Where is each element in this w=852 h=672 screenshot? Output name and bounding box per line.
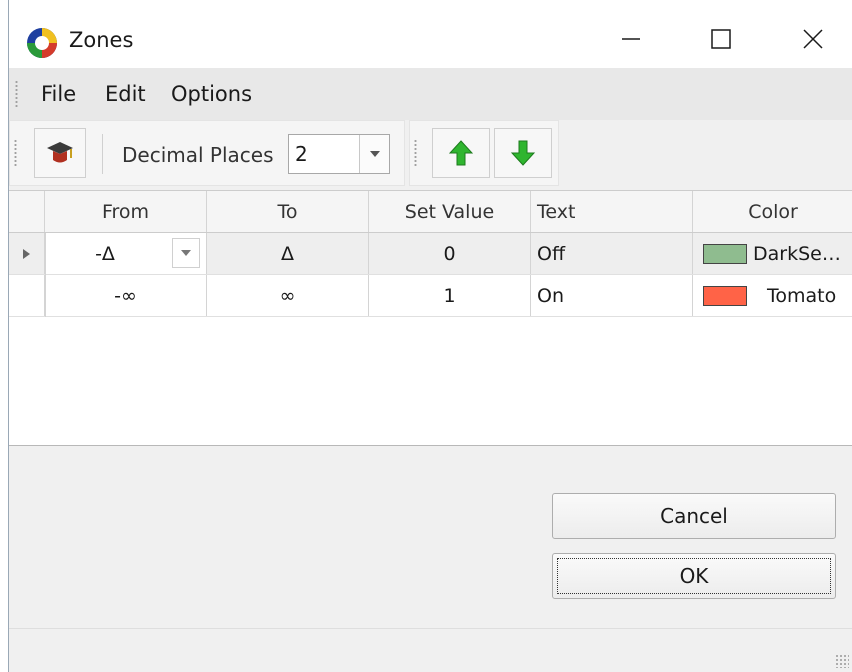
table-row[interactable]: -Δ Δ 0 Off DarkSe… <box>9 233 852 275</box>
cell-dropdown-button[interactable] <box>172 238 200 268</box>
cell-from[interactable]: -∞ <box>45 275 207 316</box>
app-icon <box>25 26 59 60</box>
menu-file[interactable]: File <box>41 82 76 106</box>
close-button[interactable] <box>781 14 845 64</box>
toolbar-area: Decimal Places 2 <box>9 120 852 188</box>
grid-header: From To Set Value Text Color <box>9 191 852 233</box>
menu-bar: File Edit Options <box>9 68 852 120</box>
title-bar: Zones <box>9 0 852 68</box>
zones-grid: From To Set Value Text Color -Δ Δ 0 Off … <box>9 190 852 446</box>
move-down-button[interactable] <box>494 128 552 178</box>
cell-to[interactable]: ∞ <box>207 275 369 316</box>
cell-color[interactable]: Tomato <box>693 275 852 316</box>
toolbar-grip-2[interactable] <box>414 139 417 167</box>
window-title: Zones <box>69 28 134 52</box>
cell-to[interactable]: Δ <box>207 233 369 274</box>
row-indicator[interactable] <box>9 275 45 316</box>
cell-set-value[interactable]: 0 <box>369 233 531 274</box>
row-indicator-header <box>9 191 45 232</box>
focus-rectangle <box>557 558 831 594</box>
cell-from[interactable]: -Δ <box>45 233 207 274</box>
column-header-from[interactable]: From <box>45 191 207 232</box>
graduation-icon <box>47 142 73 163</box>
menu-options[interactable]: Options <box>171 82 252 106</box>
ok-button[interactable]: OK <box>552 553 836 599</box>
color-swatch <box>703 285 747 306</box>
color-swatch <box>703 243 747 264</box>
close-icon <box>803 29 823 49</box>
minimize-icon <box>622 38 640 40</box>
button-panel: Cancel OK <box>9 446 852 628</box>
menubar-grip[interactable] <box>15 80 18 108</box>
resize-grip[interactable] <box>835 654 849 668</box>
chevron-down-icon <box>369 151 380 157</box>
cell-color[interactable]: DarkSe… <box>693 233 852 274</box>
toolbar-separator <box>102 134 103 174</box>
color-name: Tomato <box>767 284 837 307</box>
column-header-set-value[interactable]: Set Value <box>369 191 531 232</box>
toolbar-grip[interactable] <box>14 139 17 167</box>
cell-text[interactable]: On <box>531 275 693 316</box>
cell-text[interactable]: Off <box>531 233 693 274</box>
decimal-places-label: Decimal Places <box>122 143 274 167</box>
arrow-down-icon <box>511 140 535 166</box>
menu-edit[interactable]: Edit <box>105 82 146 106</box>
maximize-icon <box>711 29 731 49</box>
arrow-up-icon <box>449 140 473 166</box>
current-row-icon <box>22 248 30 259</box>
column-header-color[interactable]: Color <box>693 191 852 232</box>
decimal-places-value: 2 <box>295 142 308 166</box>
column-header-to[interactable]: To <box>207 191 369 232</box>
row-indicator[interactable] <box>9 233 45 274</box>
minimize-button[interactable] <box>599 14 663 64</box>
grid-line <box>45 233 46 317</box>
table-row[interactable]: -∞ ∞ 1 On Tomato <box>9 275 852 317</box>
zones-window: Zones File Edit Options Decimal Places 2… <box>8 0 852 672</box>
toolbar-order <box>409 120 559 186</box>
maximize-button[interactable] <box>689 14 753 64</box>
cell-set-value[interactable]: 1 <box>369 275 531 316</box>
status-bar <box>9 628 852 672</box>
decimal-places-combo[interactable]: 2 <box>288 134 390 174</box>
color-name: DarkSe… <box>753 242 841 265</box>
combo-dropdown-button[interactable] <box>359 135 389 173</box>
toolbar-main: Decimal Places 2 <box>9 120 405 186</box>
cell-from-value: -Δ <box>95 242 115 265</box>
move-up-button[interactable] <box>432 128 490 178</box>
cancel-button[interactable]: Cancel <box>552 493 836 539</box>
chevron-down-icon <box>181 250 191 256</box>
graduation-button[interactable] <box>34 128 86 178</box>
column-header-text[interactable]: Text <box>531 191 693 232</box>
